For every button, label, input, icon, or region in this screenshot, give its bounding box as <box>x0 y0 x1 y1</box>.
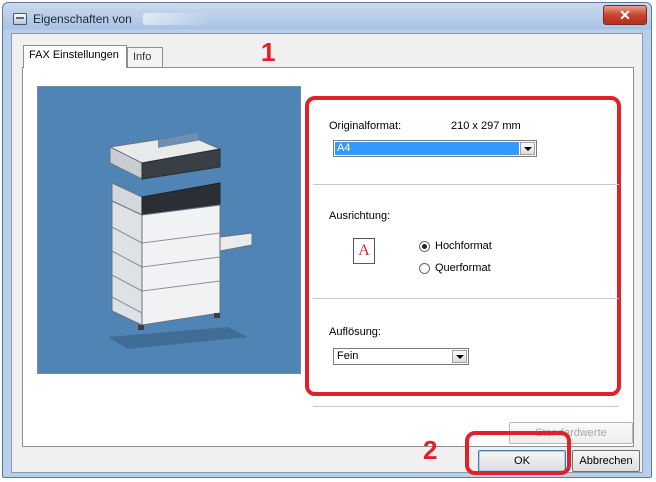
highlight-box-ok <box>465 431 571 475</box>
tab-fax-settings[interactable]: FAX Einstellungen <box>23 45 127 68</box>
portrait-label[interactable]: Hochformat <box>435 240 492 252</box>
chevron-down-icon[interactable] <box>452 350 467 363</box>
orientation-label: Ausrichtung: <box>329 210 391 222</box>
original-format-label: Originalformat: <box>329 120 402 132</box>
copier-bypass-tray <box>219 232 253 252</box>
callout-number-1: 1 <box>261 37 276 67</box>
radio-landscape[interactable] <box>419 263 430 274</box>
divider <box>313 406 619 407</box>
printer-preview <box>37 86 301 374</box>
landscape-label[interactable]: Querformat <box>435 262 491 274</box>
copier-body-side <box>111 200 143 326</box>
tab-info[interactable]: Info <box>127 47 163 67</box>
close-button[interactable]: ✕ <box>603 5 647 25</box>
properties-dialog: Eigenschaften von ✕ FAX Einstellungen In… <box>2 2 652 478</box>
chevron-down-icon[interactable] <box>520 142 535 155</box>
copier-image <box>108 132 253 349</box>
printer-icon <box>13 13 27 25</box>
divider <box>313 298 619 299</box>
portrait-orientation-icon: A <box>353 238 375 264</box>
window-title: Eigenschaften von <box>33 12 132 26</box>
resolution-value: Fein <box>337 350 359 362</box>
original-format-select[interactable]: A4 <box>333 140 537 157</box>
dialog-body: FAX Einstellungen Info Originalformat: 2… <box>11 33 643 473</box>
resolution-label: Auflösung: <box>329 326 381 338</box>
radio-portrait[interactable] <box>419 241 430 252</box>
divider <box>313 184 619 185</box>
printer-name-blurred <box>143 13 213 25</box>
callout-number-2: 2 <box>423 435 438 465</box>
original-format-value: A4 <box>335 142 519 155</box>
copier-shadow <box>108 327 248 349</box>
resolution-select[interactable]: Fein <box>333 348 469 365</box>
title-bar: Eigenschaften von ✕ <box>3 3 651 33</box>
cancel-button[interactable]: Abbrechen <box>572 450 640 472</box>
tab-panel: Originalformat: 210 x 297 mm A4 Ausricht… <box>22 67 634 447</box>
original-format-size: 210 x 297 mm <box>451 120 521 132</box>
